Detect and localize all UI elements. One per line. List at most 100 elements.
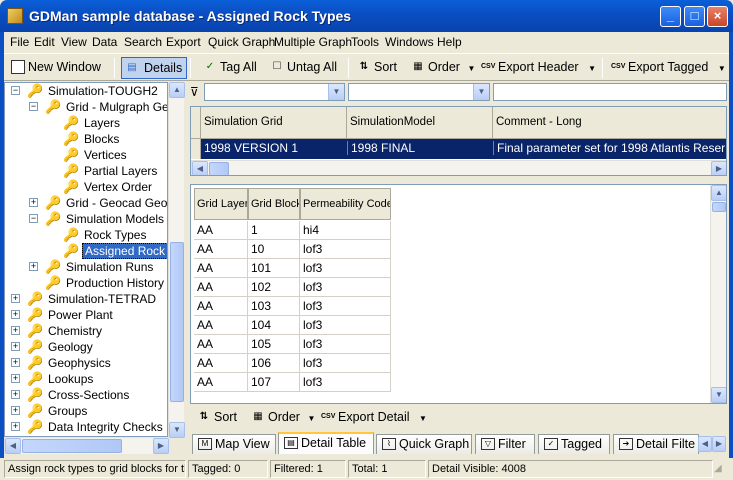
expand-icon[interactable]: + (29, 198, 38, 207)
expand-icon[interactable]: + (11, 374, 20, 383)
export-detail-dropdown-icon[interactable]: ▼ (419, 414, 427, 423)
collapse-icon[interactable]: − (11, 86, 20, 95)
table-cell[interactable]: AA (194, 278, 248, 297)
tab-quick-graph[interactable]: ⌇ Quick Graph (376, 434, 472, 454)
table-cell[interactable]: 102 (248, 278, 300, 297)
scroll-left-icon[interactable]: ◀ (5, 438, 21, 454)
detail-sort-button[interactable]: ⇅ Sort (194, 407, 237, 429)
table-cell[interactable]: lof3 (300, 278, 391, 297)
table-row-selected[interactable]: 1998 VERSION 1 1998 FINAL Final paramete… (201, 139, 726, 159)
export-detail-button[interactable]: CSV Export Detail ▼ (318, 407, 427, 429)
scroll-right-icon[interactable]: ▶ (153, 438, 169, 454)
table-cell[interactable]: 10 (248, 240, 300, 259)
chevron-down-icon[interactable]: ▼ (328, 84, 344, 100)
table-cell[interactable]: AA (194, 335, 248, 354)
menu-windows[interactable]: Windows (385, 35, 434, 49)
detail-grid[interactable]: Grid Layer Grid Block Permeability Code … (190, 184, 727, 404)
export-header-button[interactable]: CSV Export Header ▼ (478, 57, 596, 79)
table-cell[interactable]: lof3 (300, 354, 391, 373)
scroll-thumb[interactable] (170, 242, 184, 402)
scroll-up-icon[interactable]: ▲ (711, 185, 726, 201)
expand-icon[interactable]: + (11, 294, 20, 303)
filter-icon[interactable]: ⊽ (190, 84, 204, 100)
table-cell[interactable]: 107 (248, 373, 300, 392)
scroll-up-icon[interactable]: ▲ (169, 82, 185, 98)
table-cell[interactable]: 103 (248, 297, 300, 316)
column-header[interactable]: Comment - Long (493, 107, 726, 139)
tab-tagged[interactable]: ✓ Tagged (538, 434, 610, 454)
menu-file[interactable]: File (10, 35, 29, 49)
new-window-button[interactable]: New Window (8, 57, 101, 79)
tab-filter[interactable]: ▽ Filter (475, 434, 535, 454)
table-cell[interactable]: AA (194, 240, 248, 259)
sort-button[interactable]: ⇅ Sort (354, 57, 397, 79)
header-grid[interactable]: Simulation Grid SimulationModel Comment … (190, 106, 727, 176)
expand-icon[interactable]: + (11, 310, 20, 319)
filter-combo-simulation-grid[interactable]: ▼ (204, 83, 345, 101)
expand-icon[interactable]: + (11, 358, 20, 367)
tree-horizontal-scrollbar[interactable]: ◀ ▶ (4, 438, 169, 454)
collapse-icon[interactable]: − (29, 214, 38, 223)
table-cell[interactable]: lof3 (300, 335, 391, 354)
expand-icon[interactable]: + (11, 390, 20, 399)
table-cell[interactable]: lof3 (300, 240, 391, 259)
navigation-tree[interactable]: − 🔑 Simulation-TOUGH2 − 🔑 Grid - Mulgraph … (4, 82, 168, 437)
order-button[interactable]: ▦ Order ▼ (408, 57, 475, 79)
menu-view[interactable]: View (61, 35, 87, 49)
column-header[interactable]: Permeability Code (300, 188, 391, 220)
table-cell[interactable]: 1 (248, 221, 300, 240)
table-cell[interactable]: 104 (248, 316, 300, 335)
table-cell[interactable]: AA (194, 297, 248, 316)
filter-input-comment[interactable] (493, 83, 727, 101)
menu-edit[interactable]: Edit (34, 35, 55, 49)
table-cell[interactable]: AA (194, 316, 248, 335)
column-header[interactable]: Grid Layer (194, 188, 248, 220)
table-cell[interactable]: AA (194, 373, 248, 392)
header-grid-hscrollbar[interactable]: ◀ ▶ (191, 160, 726, 175)
export-tagged-button[interactable]: CSV Export Tagged ▼ (608, 57, 726, 79)
collapse-icon[interactable]: − (29, 102, 38, 111)
scroll-thumb[interactable] (712, 202, 726, 212)
scroll-thumb[interactable] (22, 439, 122, 453)
tag-all-button[interactable]: ✓ Tag All (200, 57, 257, 79)
table-cell[interactable]: AA (194, 221, 248, 240)
scroll-left-icon[interactable]: ◀ (192, 161, 208, 175)
scroll-thumb[interactable] (209, 162, 229, 175)
minimize-button[interactable]: _ (660, 6, 681, 27)
menu-search[interactable]: Search (124, 35, 162, 49)
export-header-dropdown-icon[interactable]: ▼ (588, 64, 596, 73)
scroll-right-icon[interactable]: ▶ (711, 161, 726, 175)
detail-grid-vscrollbar[interactable]: ▲ ▼ (710, 185, 726, 403)
table-cell[interactable]: AA (194, 354, 248, 373)
tab-detail-table[interactable]: ▤ Detail Table (278, 432, 374, 454)
order-dropdown-icon[interactable]: ▼ (307, 414, 315, 423)
menu-multiple-graph[interactable]: Multiple Graph (274, 35, 352, 49)
maximize-button[interactable]: □ (684, 6, 705, 27)
filter-combo-simulation-model[interactable]: ▼ (348, 83, 490, 101)
order-dropdown-icon[interactable]: ▼ (467, 64, 475, 73)
title-bar[interactable]: GDMan sample database - Assigned Rock Ty… (0, 0, 733, 32)
row-header[interactable] (191, 139, 201, 159)
expand-icon[interactable]: + (29, 262, 38, 271)
close-button[interactable]: × (707, 6, 728, 27)
tab-scroll-left-icon[interactable]: ◀ (698, 436, 712, 452)
table-cell[interactable]: AA (194, 259, 248, 278)
table-cell[interactable]: hi4 (300, 221, 391, 240)
table-cell[interactable]: 105 (248, 335, 300, 354)
column-header[interactable]: Grid Block (248, 188, 300, 220)
detail-order-button[interactable]: ▦ Order ▼ (248, 407, 315, 429)
table-cell[interactable]: 106 (248, 354, 300, 373)
menu-help[interactable]: Help (437, 35, 462, 49)
expand-icon[interactable]: + (11, 406, 20, 415)
column-header[interactable]: Simulation Grid (201, 107, 347, 139)
tab-scroll-right-icon[interactable]: ▶ (712, 436, 726, 452)
table-cell[interactable]: 101 (248, 259, 300, 278)
tab-map-view[interactable]: M Map View (192, 434, 276, 454)
scroll-down-icon[interactable]: ▼ (169, 422, 185, 438)
untag-all-button[interactable]: ☐ Untag All (267, 57, 338, 79)
table-cell[interactable]: lof3 (300, 259, 391, 278)
resize-grip-icon[interactable]: ◢ (714, 462, 728, 476)
expand-icon[interactable]: + (11, 422, 20, 431)
menu-tools[interactable]: Tools (351, 35, 379, 49)
chevron-down-icon[interactable]: ▼ (473, 84, 489, 100)
